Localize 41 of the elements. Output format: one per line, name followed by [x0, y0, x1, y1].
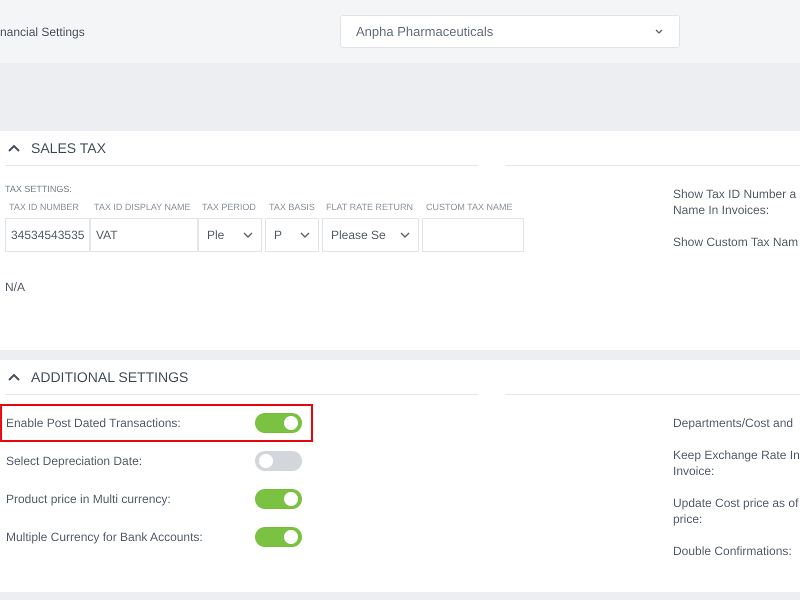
setting-label: Double Confirmations:: [673, 543, 793, 559]
page-title: nancial Settings: [0, 24, 86, 38]
setting-label: Update Cost price as of: [673, 495, 800, 511]
toggle-switch[interactable]: [255, 413, 302, 433]
setting-label: Multiple Currency for Bank Accounts:: [6, 530, 204, 544]
setting-label: Product price in Multi currency:: [6, 492, 172, 506]
chevron-up-icon[interactable]: [8, 144, 20, 152]
setting-label: Keep Exchange Rate In: [673, 447, 800, 463]
chevron-up-icon[interactable]: [8, 373, 20, 381]
chevron-down-icon: [300, 232, 310, 238]
group-label: TAX SETTINGS:: [5, 184, 73, 194]
column-label: TAX BASIS: [268, 202, 316, 214]
input-field[interactable]: 34534543535: [5, 218, 90, 252]
column-label: CUSTOM TAX NAME: [425, 202, 514, 214]
select-field[interactable]: Ple: [198, 218, 262, 252]
toggle-switch[interactable]: [255, 489, 302, 509]
chevron-down-icon: [655, 29, 663, 34]
input-field[interactable]: VAT: [90, 218, 198, 252]
chevron-down-icon: [243, 232, 253, 238]
setting-label: Select Depreciation Date:: [6, 454, 144, 468]
section-title: ADDITIONAL SETTINGS: [31, 369, 188, 385]
company-select[interactable]: Anpha Pharmaceuticals: [340, 15, 680, 48]
setting-label: Departments/Cost and: [673, 415, 794, 431]
setting-label: Enable Post Dated Transactions:: [6, 416, 182, 430]
setting-label: Invoice:: [673, 463, 716, 479]
setting-label: Show Custom Tax Nam: [673, 234, 800, 250]
column-label: TAX ID DISPLAY NAME: [93, 202, 192, 214]
select-field[interactable]: Please Se: [322, 218, 419, 252]
note-text: N/A: [5, 280, 26, 294]
column-label: TAX PERIOD: [201, 202, 257, 214]
input-field[interactable]: [422, 218, 524, 252]
setting-label: Name In Invoices:: [673, 202, 770, 218]
toggle-switch[interactable]: [255, 527, 302, 547]
select-field[interactable]: P: [265, 218, 319, 252]
column-label: FLAT RATE RETURN: [325, 202, 414, 214]
setting-label: Show Tax ID Number a: [673, 186, 798, 202]
toggle-switch[interactable]: [255, 451, 302, 471]
setting-label: price:: [673, 511, 704, 527]
section-title: SALES TAX: [31, 140, 106, 156]
column-label: TAX ID NUMBER: [8, 202, 80, 214]
chevron-down-icon: [400, 232, 410, 238]
